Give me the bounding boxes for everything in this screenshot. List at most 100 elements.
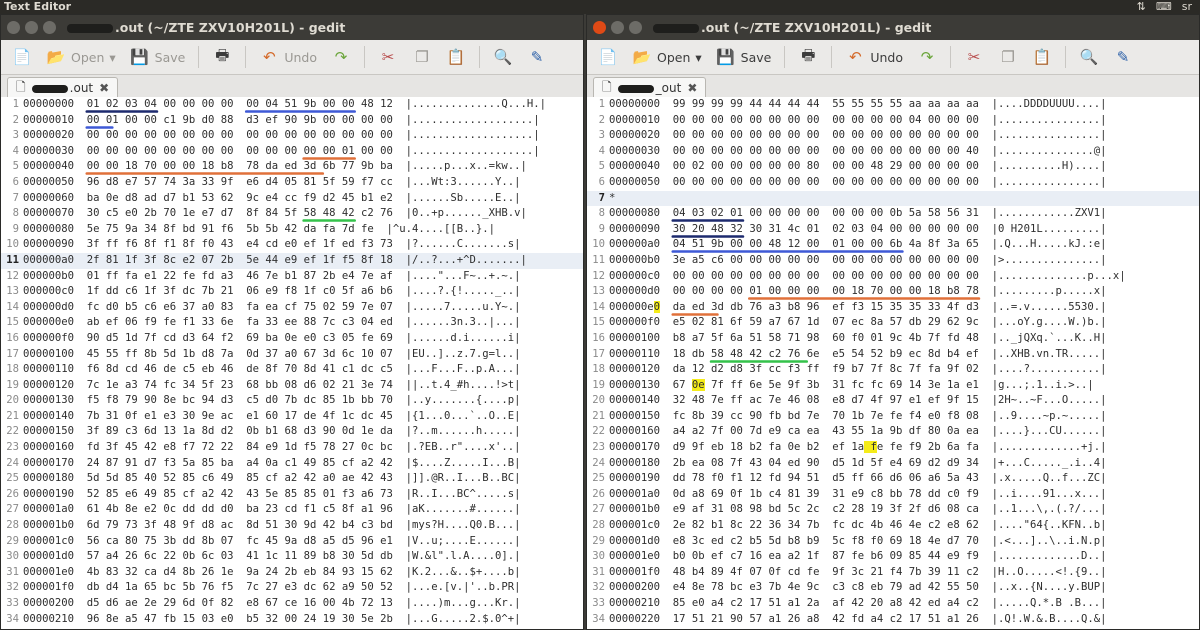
- editor-line[interactable]: 13 000000d0 00 00 00 00 01 00 00 00 00 18…: [587, 284, 1199, 300]
- editor-line[interactable]: 31 000001f0 48 b4 89 4f 07 0f cd fe 9f 3c…: [587, 565, 1199, 581]
- editor-line[interactable]: 35 00000230 ae c2 c2 80 39 e9 5c 9a 82 a3…: [587, 627, 1199, 629]
- close-tab-icon[interactable]: ✖: [687, 81, 697, 95]
- copy-button[interactable]: ❐: [407, 44, 437, 70]
- document-tab[interactable]: 🗋 _out ✖: [593, 77, 707, 98]
- editor-line[interactable]: 9 00000080 5e 75 9a 34 8f bd 91 f6 5b 5b …: [1, 222, 583, 238]
- replace-button[interactable]: ✎: [522, 44, 552, 70]
- editor-line[interactable]: 2 00000010 00 00 00 00 00 00 00 00 00 00 …: [587, 113, 1199, 129]
- language-indicator[interactable]: sr: [1182, 0, 1192, 14]
- editor-line[interactable]: 22 00000160 a4 a2 7f 00 7d e9 ca ea 43 55…: [587, 424, 1199, 440]
- editor-line[interactable]: 27 000001a0 61 4b 8e e2 0c dd dd d0 ba 23…: [1, 502, 583, 518]
- close-window-icon[interactable]: [7, 21, 20, 34]
- editor-line[interactable]: 5 00000040 00 02 00 00 00 00 00 80 00 00 …: [587, 159, 1199, 175]
- copy-button[interactable]: ❐: [993, 44, 1023, 70]
- editor-line[interactable]: 15 000000e0 ab ef 06 f9 fe f1 33 6e fa 33…: [1, 315, 583, 331]
- editor-line[interactable]: 7 *: [587, 190, 1199, 207]
- editor-line[interactable]: 23 00000160 fd 3f 45 42 e8 f7 72 22 84 e9…: [1, 440, 583, 456]
- editor-line[interactable]: 4 00000030 00 00 00 00 00 00 00 00 00 00 …: [1, 144, 583, 160]
- editor-line[interactable]: 21 00000150 fc 8b 39 cc 90 fb bd 7e 70 1b…: [587, 409, 1199, 425]
- editor-line[interactable]: 33 00000210 85 e0 a4 c2 17 51 a1 2a af 42…: [587, 596, 1199, 612]
- editor-line[interactable]: 25 00000180 5d 5d 85 40 52 85 c6 49 85 cf…: [1, 471, 583, 487]
- chevron-down-icon[interactable]: ▾: [695, 50, 701, 65]
- editor-line[interactable]: 12 000000c0 00 00 00 00 00 00 00 00 00 00…: [587, 269, 1199, 285]
- editor-line[interactable]: 19 00000130 67 0e 7f ff 6e 5e 9f 3b 31 fc…: [587, 378, 1199, 394]
- maximize-window-icon[interactable]: [629, 21, 642, 34]
- editor-line[interactable]: 18 00000120 da 12 d2 d8 3f cc f3 ff f9 b7…: [587, 362, 1199, 378]
- text-editor[interactable]: 1 00000000 99 99 99 99 44 44 44 44 55 55 …: [587, 97, 1199, 629]
- editor-line[interactable]: 34 00000220 17 51 21 90 57 a1 26 a8 42 fd…: [587, 612, 1199, 628]
- editor-line[interactable]: 10 000000a0 04 51 9b 00 00 48 12 00 01 00…: [587, 237, 1199, 253]
- editor-line[interactable]: 30 000001e0 b0 0b ef c7 16 ea a2 1f 87 fe…: [587, 549, 1199, 565]
- editor-line[interactable]: 3 00000020 00 00 00 00 00 00 00 00 00 00 …: [587, 128, 1199, 144]
- replace-button[interactable]: ✎: [1108, 44, 1138, 70]
- editor-line[interactable]: 17 00000100 45 55 ff 8b 5d 1b d8 7a 0d 37…: [1, 347, 583, 363]
- editor-line[interactable]: 7 00000060 ba 0e d8 ad d7 b1 53 62 9c e4 …: [1, 191, 583, 207]
- close-window-icon[interactable]: [593, 21, 606, 34]
- editor-line[interactable]: 3 00000020 00 00 00 00 00 00 00 00 00 00 …: [1, 128, 583, 144]
- editor-line[interactable]: 29 000001d0 e8 3c ed c2 b5 5d b8 b9 5c f8…: [587, 534, 1199, 550]
- editor-line[interactable]: 16 00000100 b8 a7 5f 6a 51 58 71 98 60 f0…: [587, 331, 1199, 347]
- titlebar[interactable]: .out (~/ZTE ZXV10H201L) - gedit: [587, 15, 1199, 40]
- editor-line[interactable]: 5 00000040 00 00 18 70 00 00 18 b8 78 da …: [1, 159, 583, 175]
- text-editor[interactable]: 1 00000000 01 02 03 04 00 00 00 00 00 04 …: [1, 97, 583, 629]
- editor-line[interactable]: 9 00000090 30 20 48 32 30 31 4c 01 02 03 …: [587, 222, 1199, 238]
- editor-line[interactable]: 4 00000030 00 00 00 00 00 00 00 00 00 00 …: [587, 144, 1199, 160]
- editor-line[interactable]: 10 00000090 3f ff f6 8f f1 8f f0 43 e4 cd…: [1, 237, 583, 253]
- editor-line[interactable]: 11 000000a0 2f 81 1f 3f 8c e2 07 2b 5e 44…: [1, 252, 583, 269]
- editor-line[interactable]: 15 000000f0 e5 02 81 6f 59 a7 67 1d 07 ec…: [587, 315, 1199, 331]
- editor-line[interactable]: 14 000000d0 fc d0 b5 c6 e6 37 a0 83 fa ea…: [1, 300, 583, 316]
- editor-line[interactable]: 1 00000000 01 02 03 04 00 00 00 00 00 04 …: [1, 97, 583, 113]
- editor-line[interactable]: 30 000001d0 57 a4 26 6c 22 0b 6c 03 41 1c…: [1, 549, 583, 565]
- open-button[interactable]: 📂 Open ▾: [41, 44, 121, 70]
- editor-line[interactable]: 32 000001f0 db d4 1a 65 bc 5b 76 f5 7c 27…: [1, 580, 583, 596]
- find-button[interactable]: 🔍: [488, 44, 518, 70]
- editor-line[interactable]: 34 00000210 96 8e a5 47 fb 15 03 e0 b5 32…: [1, 612, 583, 628]
- minimize-window-icon[interactable]: [25, 21, 38, 34]
- editor-line[interactable]: 24 00000170 24 87 91 d7 f3 5a 85 ba a4 0a…: [1, 456, 583, 472]
- editor-line[interactable]: 16 000000f0 90 d5 1d 7f cd d3 64 f2 69 ba…: [1, 331, 583, 347]
- editor-line[interactable]: 22 00000150 3f 89 c3 6d 13 1a 8d d2 0b b1…: [1, 424, 583, 440]
- print-button[interactable]: 🖶: [207, 44, 237, 70]
- open-button[interactable]: 📂 Open ▾: [627, 44, 707, 70]
- minimize-window-icon[interactable]: [611, 21, 624, 34]
- editor-line[interactable]: 12 000000b0 01 ff fa e1 22 fe fd a3 46 7e…: [1, 269, 583, 285]
- editor-line[interactable]: 20 00000140 32 48 7e ff ac 7e 46 08 e8 d7…: [587, 393, 1199, 409]
- close-tab-icon[interactable]: ✖: [99, 81, 109, 95]
- redo-button[interactable]: ↷: [326, 44, 356, 70]
- paste-button[interactable]: 📋: [441, 44, 471, 70]
- save-button[interactable]: 💾 Save: [125, 44, 191, 70]
- editor-line[interactable]: 20 00000130 f5 f8 79 90 8e bc 94 d3 c5 d0…: [1, 393, 583, 409]
- keyboard-icon[interactable]: ⌨: [1156, 0, 1172, 14]
- editor-line[interactable]: 33 00000200 d5 d6 ae 2e 29 6d 0f 82 e8 67…: [1, 596, 583, 612]
- new-button[interactable]: 📄: [593, 44, 623, 70]
- editor-line[interactable]: 18 00000110 f6 8d cd 46 de c5 eb 46 de 8f…: [1, 362, 583, 378]
- paste-button[interactable]: 📋: [1027, 44, 1057, 70]
- editor-line[interactable]: 8 00000080 04 03 02 01 00 00 00 00 00 00 …: [587, 206, 1199, 222]
- document-tab[interactable]: 🗋 .out ✖: [7, 77, 119, 98]
- editor-line[interactable]: 8 00000070 30 c5 e0 2b 70 1e e7 d7 8f 84 …: [1, 206, 583, 222]
- print-button[interactable]: 🖶: [793, 44, 823, 70]
- chevron-down-icon[interactable]: ▾: [109, 50, 115, 65]
- editor-line[interactable]: 6 00000050 00 00 00 00 00 00 00 00 00 00 …: [587, 175, 1199, 191]
- editor-line[interactable]: 28 000001b0 6d 79 73 3f 48 9f d8 ac 8d 51…: [1, 518, 583, 534]
- editor-line[interactable]: 11 000000b0 3e a5 c6 00 00 00 00 00 00 00…: [587, 253, 1199, 269]
- save-button[interactable]: 💾 Save: [711, 44, 777, 70]
- editor-line[interactable]: 24 00000180 2b ea 08 7f 43 04 ed 90 d5 1d…: [587, 456, 1199, 472]
- undo-button[interactable]: ↶ Undo: [840, 44, 908, 70]
- editor-line[interactable]: 14 000000e0 da ed 3d db 76 a3 b8 96 ef f3…: [587, 300, 1199, 316]
- editor-line[interactable]: 1 00000000 99 99 99 99 44 44 44 44 55 55 …: [587, 97, 1199, 113]
- editor-line[interactable]: 32 00000200 e4 8e 78 bc e3 7b 4e 9c c3 c8…: [587, 580, 1199, 596]
- find-button[interactable]: 🔍: [1074, 44, 1104, 70]
- editor-line[interactable]: 13 000000c0 1f dd c6 1f 3f dc 7b 21 06 e9…: [1, 284, 583, 300]
- arrows-icon[interactable]: ⇅: [1137, 0, 1146, 14]
- maximize-window-icon[interactable]: [43, 21, 56, 34]
- editor-line[interactable]: 17 00000110 18 db 58 48 42 c2 76 6e e5 54…: [587, 347, 1199, 363]
- editor-line[interactable]: 31 000001e0 4b 83 32 ca d4 8b 26 1e 9a 24…: [1, 565, 583, 581]
- editor-line[interactable]: 29 000001c0 56 ca 80 75 3b dd 8b 07 fc 45…: [1, 534, 583, 550]
- undo-button[interactable]: ↶ Undo: [254, 44, 322, 70]
- editor-line[interactable]: 23 00000170 d9 9f eb 18 b2 fa 0e b2 ef 1a…: [587, 440, 1199, 456]
- editor-line[interactable]: 35 00000220 03 86 24 03 e6 6b 63 a0 e0 2a…: [1, 627, 583, 629]
- cut-button[interactable]: ✂: [959, 44, 989, 70]
- editor-line[interactable]: 19 00000120 7c 1e a3 74 fc 34 5f 23 68 bb…: [1, 378, 583, 394]
- redo-button[interactable]: ↷: [912, 44, 942, 70]
